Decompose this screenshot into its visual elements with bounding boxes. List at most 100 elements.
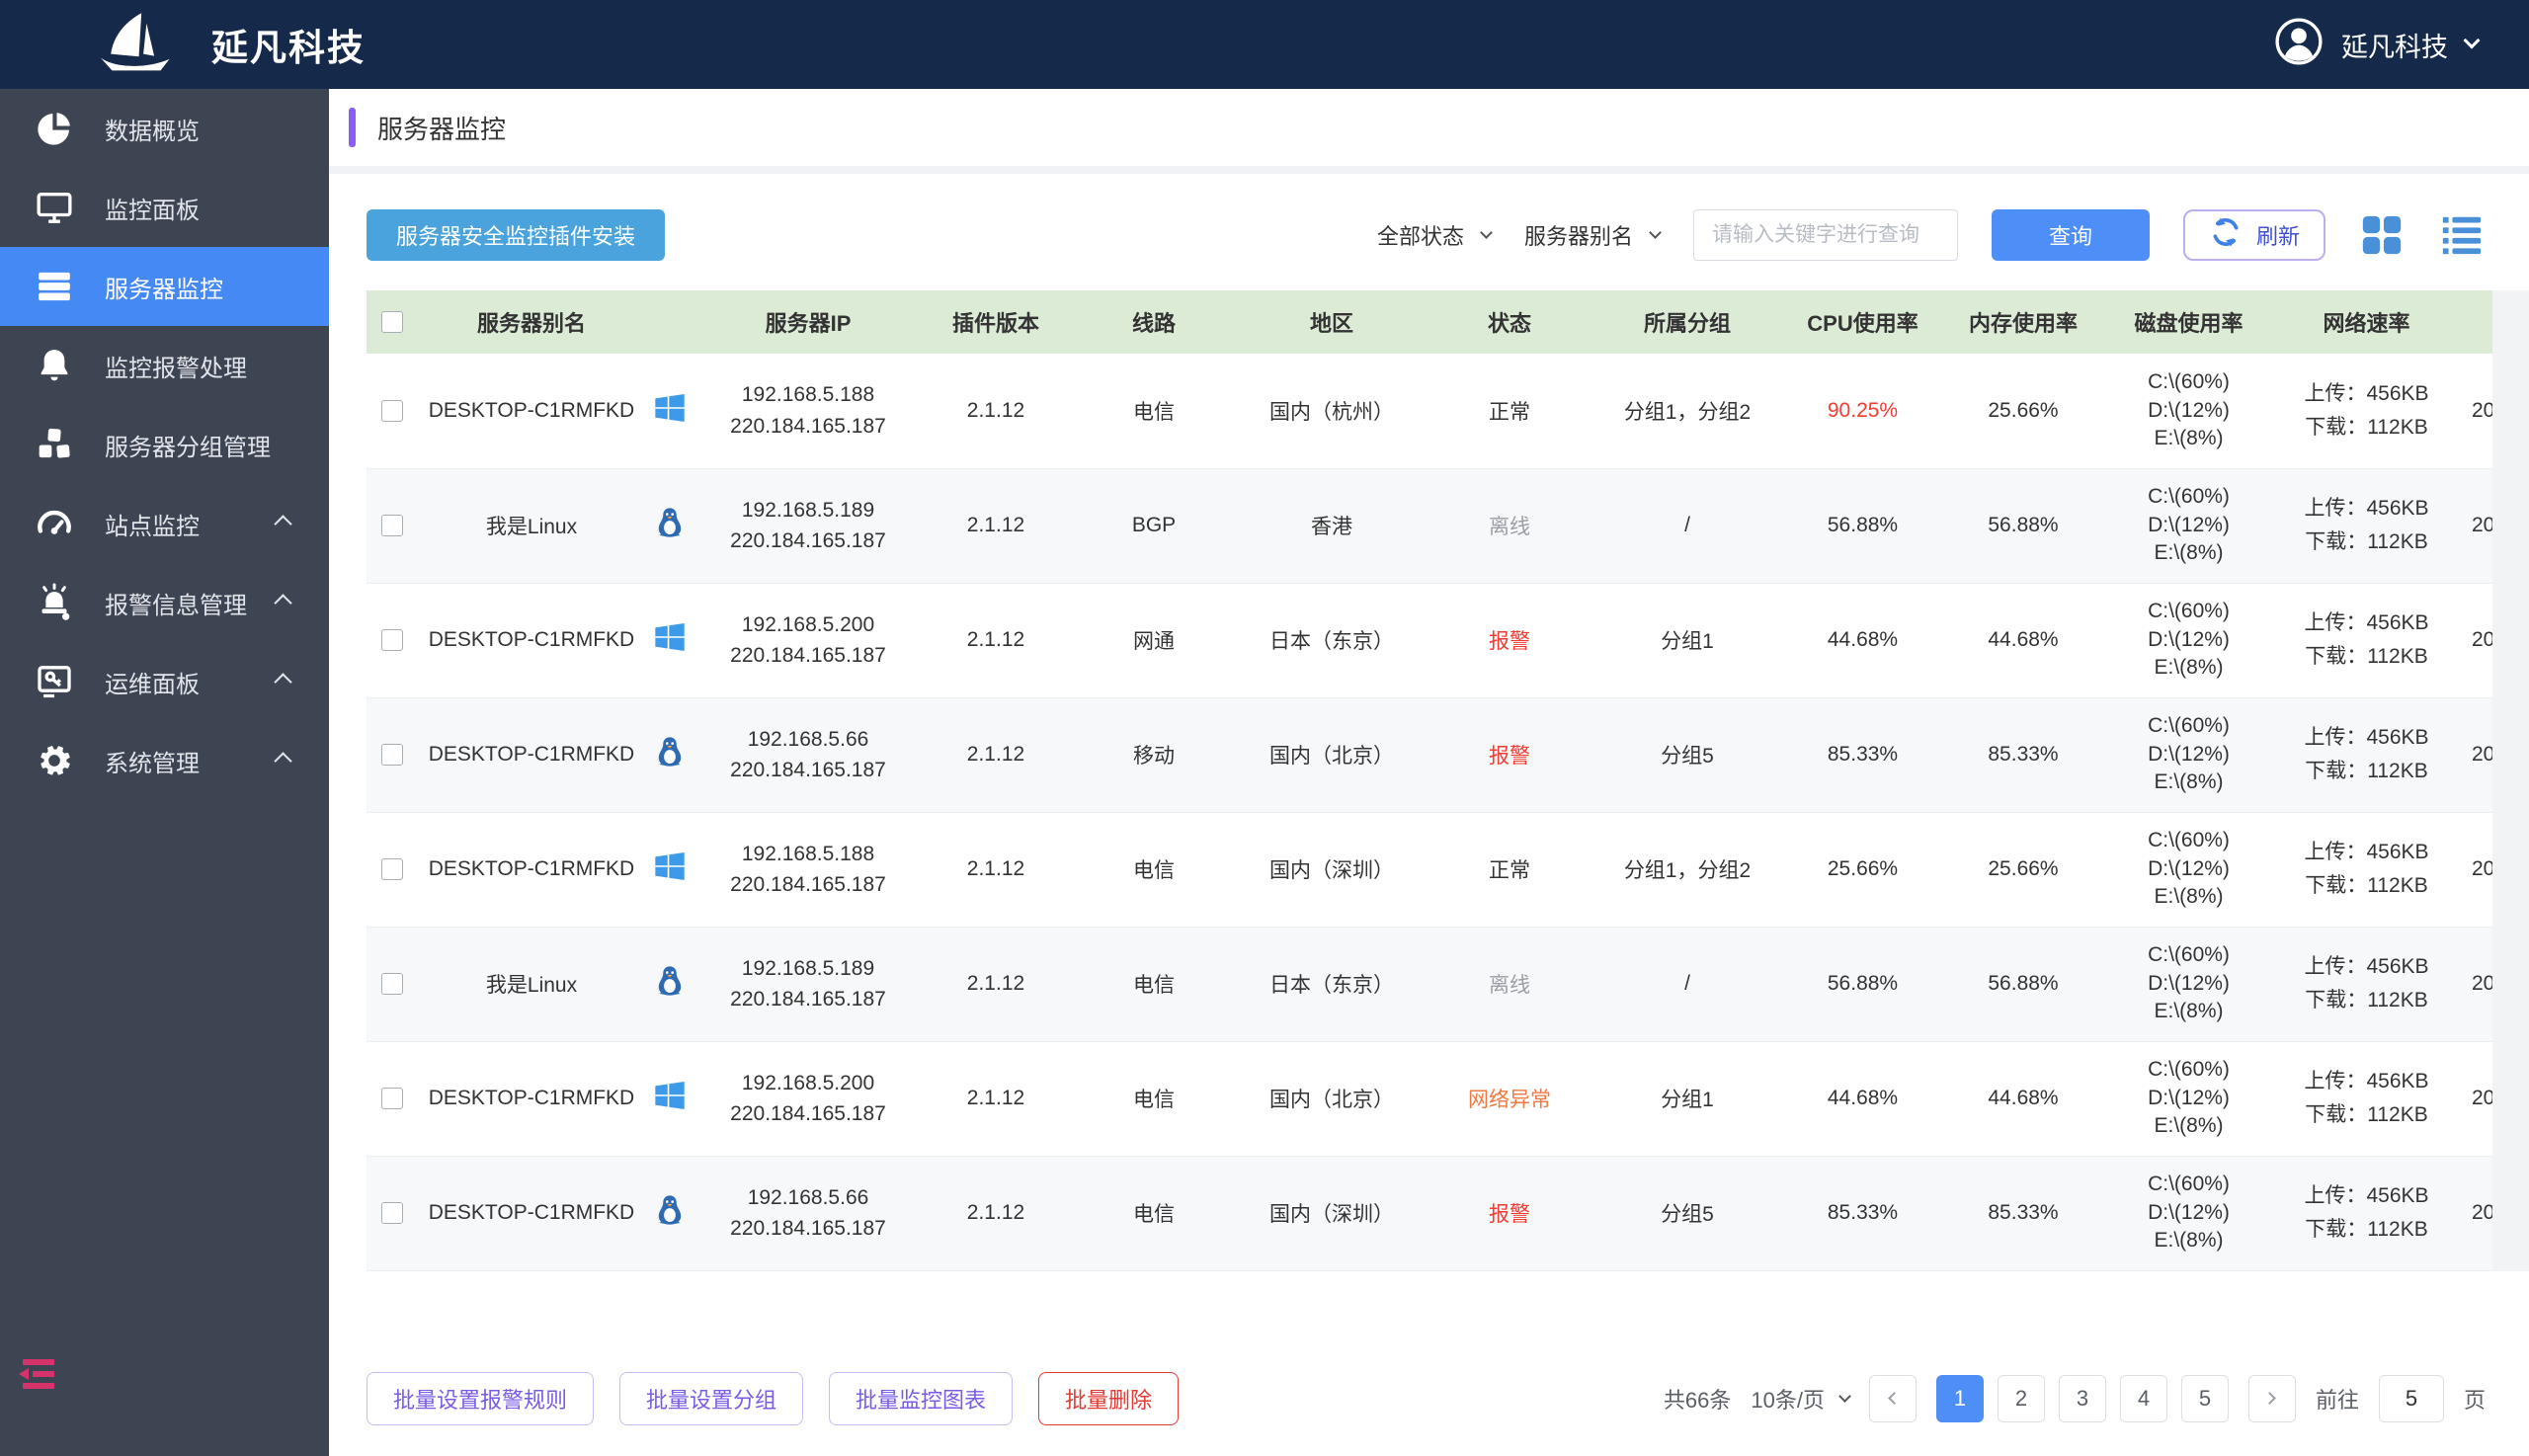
plugin-version: 2.1.12 [922, 468, 1070, 584]
server-groups: 分组1，分组2 [1593, 812, 1781, 928]
refresh-icon [2209, 215, 2243, 255]
scrollbar-gutter[interactable] [2492, 290, 2529, 1271]
row-checkbox[interactable] [381, 744, 403, 766]
column-header: 磁盘使用率 [2102, 290, 2275, 354]
status-badge: 报警 [1489, 745, 1530, 768]
goto-page-input[interactable] [2378, 1374, 2444, 1422]
line: 电信 [1070, 812, 1238, 928]
page-number-button[interactable]: 4 [2119, 1374, 2167, 1422]
prev-page-button[interactable] [1868, 1374, 1917, 1422]
list-view-icon[interactable] [2438, 212, 2486, 258]
field-filter-value: 服务器别名 [1523, 224, 1633, 249]
chevron-up-icon [274, 751, 292, 770]
chevron-up-icon [274, 672, 292, 691]
memory-usage: 44.68% [1944, 1041, 2102, 1157]
line: 电信 [1070, 1156, 1238, 1271]
collapse-sidebar-button[interactable] [16, 1358, 55, 1395]
server-alias: DESKTOP-C1RMFKD [418, 583, 645, 698]
next-page-button[interactable] [2247, 1374, 2296, 1422]
page-number-button[interactable]: 2 [1997, 1374, 2045, 1422]
column-header: 服务器IP [694, 290, 922, 354]
user-menu[interactable]: 延凡科技 [2274, 17, 2529, 73]
row-checkbox[interactable] [381, 515, 403, 536]
plugin-version: 2.1.12 [922, 583, 1070, 698]
page-number-button[interactable]: 3 [2058, 1374, 2106, 1422]
batch-delete-button[interactable]: 批量删除 [1038, 1371, 1180, 1425]
cpu-usage: 85.33% [1827, 743, 1899, 766]
disk-usage: C:\(60%) D:\(12%) E:\(8%) [2102, 697, 2275, 813]
sidebar-item[interactable]: 数据概览 [0, 89, 329, 168]
search-input[interactable] [1692, 209, 1958, 261]
chevron-up-icon [274, 593, 292, 612]
page-size-select[interactable]: 10条/页 [1751, 1383, 1851, 1415]
table-header-row: 服务器别名 服务器IP 插件版本 线路 地区 状态 所属分组 CPU使用率 内存使用率 磁盘使用率… [367, 290, 2492, 354]
sidebar-item[interactable]: 服务器监控 [0, 247, 329, 326]
sidebar-item[interactable]: 监控面板 [0, 168, 329, 247]
line: 移动 [1070, 697, 1238, 813]
sidebar-item-label: 站点监控 [105, 513, 200, 540]
region: 日本（东京） [1238, 927, 1426, 1042]
region: 国内（北京） [1238, 1041, 1426, 1157]
refresh-button[interactable]: 刷新 [2182, 209, 2325, 261]
memory-usage: 85.33% [1944, 697, 2102, 813]
sidebar: 数据概览 监控面板 服务器监控监控报警处理服务器分组管理站点监控报警信息管理 运维面板… [0, 89, 329, 1456]
cpu-usage: 90.25% [1827, 398, 1899, 422]
status-badge: 报警 [1489, 630, 1530, 653]
disk-usage: C:\(60%) D:\(12%) E:\(8%) [2102, 1156, 2275, 1271]
page-number-button[interactable]: 5 [2180, 1374, 2229, 1422]
server-ip: 192.168.5.188 220.184.165.187 [694, 354, 922, 469]
sidebar-item[interactable]: 站点监控 [0, 484, 329, 563]
select-all-checkbox[interactable] [381, 311, 403, 333]
server-table-wrap: 服务器别名 服务器IP 插件版本 线路 地区 状态 所属分组 CPU使用率 内存使用率 磁盘使用率… [367, 290, 2492, 1271]
field-filter-select[interactable]: 服务器别名 [1523, 219, 1662, 251]
sidebar-item-label: 监控报警处理 [105, 355, 247, 382]
truncated-date: 202 [2458, 697, 2492, 813]
row-checkbox[interactable] [381, 399, 403, 422]
status-filter-select[interactable]: 全部状态 [1377, 219, 1493, 251]
total-count: 共66条 [1663, 1387, 1732, 1413]
plugin-version: 2.1.12 [922, 354, 1070, 469]
row-checkbox[interactable] [381, 1202, 403, 1224]
page-number-button[interactable]: 1 [1935, 1374, 1984, 1422]
user-name: 延凡科技 [2341, 32, 2448, 62]
goto-label: 前往 [2315, 1387, 2359, 1413]
plugin-version: 2.1.12 [922, 697, 1070, 813]
row-checkbox[interactable] [381, 1088, 403, 1109]
network-rate: 上传：456KB 下载：112KB [2275, 812, 2458, 928]
server-ip: 192.168.5.66 220.184.165.187 [694, 1156, 922, 1271]
column-header: 插件版本 [922, 290, 1070, 354]
ops-icon [32, 659, 77, 704]
status-badge: 正常 [1489, 859, 1530, 882]
linux-icon [652, 737, 688, 774]
sidebar-item[interactable]: 监控报警处理 [0, 326, 329, 405]
row-checkbox[interactable] [381, 629, 403, 651]
row-checkbox[interactable] [381, 858, 403, 880]
server-ip: 192.168.5.189 220.184.165.187 [694, 468, 922, 584]
row-checkbox[interactable] [381, 973, 403, 995]
sidebar-item[interactable]: 运维面板 [0, 642, 329, 721]
sidebar-item[interactable]: 服务器分组管理 [0, 405, 329, 484]
plugin-version: 2.1.12 [922, 1156, 1070, 1271]
column-header: 内存使用率 [1944, 290, 2102, 354]
grid-view-icon[interactable] [2359, 212, 2405, 258]
query-button[interactable]: 查询 [1991, 209, 2150, 261]
table-row: DESKTOP-C1RMFKD 192.168.5.66 220.184.165.… [367, 697, 2492, 813]
sidebar-item[interactable]: 系统管理 [0, 721, 329, 800]
page-numbers: 12345 [1935, 1374, 2229, 1422]
batch-action-button[interactable]: 批量设置报警规则 [367, 1371, 595, 1425]
table-row: DESKTOP-C1RMFKD 192.168.5.188 220.184.165… [367, 354, 2492, 469]
windows-icon [654, 623, 686, 658]
sidebar-item[interactable]: 报警信息管理 [0, 563, 329, 642]
server-alias: 我是Linux [418, 927, 645, 1042]
batch-action-button[interactable]: 批量监控图表 [829, 1371, 1014, 1425]
chevron-right-icon [2263, 1392, 2277, 1405]
page-size-value: 10条/页 [1751, 1387, 1825, 1413]
batch-action-button[interactable]: 批量设置分组 [619, 1371, 804, 1425]
server-ip: 192.168.5.66 220.184.165.187 [694, 697, 922, 813]
install-plugin-button[interactable]: 服务器安全监控插件安装 [367, 209, 666, 261]
plugin-version: 2.1.12 [922, 812, 1070, 928]
plugin-version: 2.1.12 [922, 1041, 1070, 1157]
server-alias: DESKTOP-C1RMFKD [418, 354, 645, 469]
server-alias: 我是Linux [418, 468, 645, 584]
status-badge: 离线 [1489, 516, 1530, 538]
